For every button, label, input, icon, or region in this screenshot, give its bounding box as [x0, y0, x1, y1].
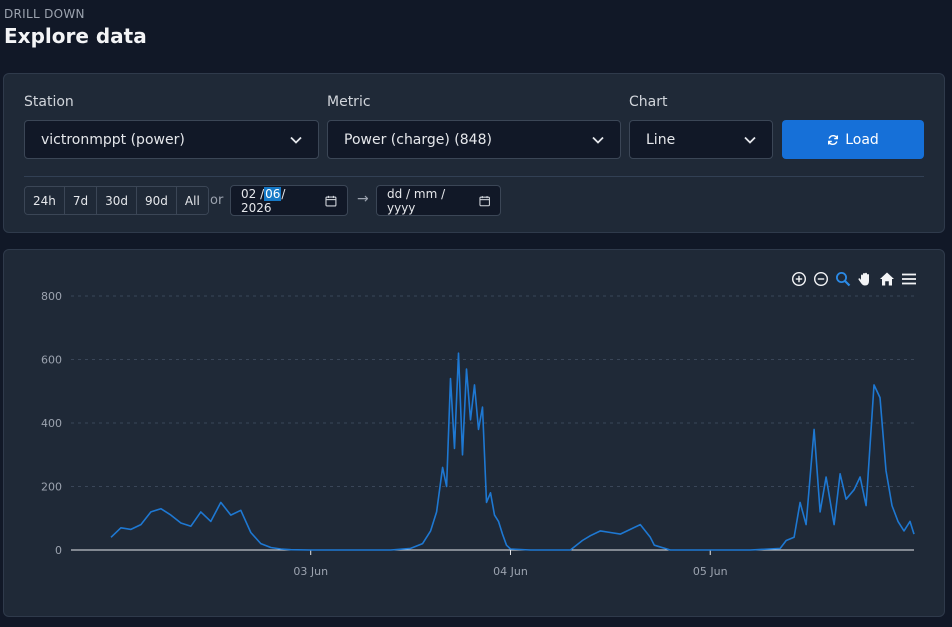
range-all-button[interactable]: All: [176, 187, 208, 214]
end-date-input[interactable]: dd / mm / yyyy: [376, 185, 501, 216]
chevron-down-icon: [744, 136, 756, 144]
y-tick-label: 0: [55, 544, 62, 557]
y-tick-label: 200: [41, 481, 62, 494]
range-90d-button[interactable]: 90d: [137, 187, 177, 214]
x-tick-label: 03 Jun: [293, 565, 328, 578]
menu-icon[interactable]: [900, 270, 918, 288]
calendar-icon[interactable]: [325, 195, 337, 207]
station-label: Station: [24, 94, 74, 110]
chevron-down-icon: [592, 136, 604, 144]
range-7d-button[interactable]: 7d: [64, 187, 98, 214]
range-24h-button[interactable]: 24h: [25, 187, 65, 214]
range-arrow: →: [357, 191, 369, 207]
x-tick-label: 05 Jun: [693, 565, 728, 578]
start-day[interactable]: 02: [241, 187, 256, 201]
refresh-icon: [828, 134, 839, 145]
y-tick-label: 600: [41, 354, 62, 367]
chevron-down-icon: [290, 136, 302, 144]
chart-type-value: Line: [646, 131, 676, 148]
range-30d-button[interactable]: 30d: [97, 187, 138, 214]
y-tick-label: 400: [41, 417, 62, 430]
metric-select[interactable]: Power (charge) (848): [327, 120, 621, 159]
page-title: Explore data: [4, 24, 147, 48]
metric-value: Power (charge) (848): [344, 131, 492, 148]
controls-card: Station victronmppt (power) Metric Power…: [3, 73, 945, 233]
pan-icon[interactable]: [856, 270, 874, 288]
power-chart[interactable]: 0 200 400 600 800 03 Jun 04 Jun 05 Jun: [4, 250, 946, 618]
start-date-text: 02 /06/ 2026: [241, 186, 286, 215]
eyebrow-label: DRILL DOWN: [4, 7, 85, 21]
y-tick-label: 800: [41, 290, 62, 303]
zoom-in-icon[interactable]: [790, 270, 808, 288]
station-select[interactable]: victronmppt (power): [24, 120, 319, 159]
series-line: [110, 352, 915, 551]
zoom-out-icon[interactable]: [812, 270, 830, 288]
load-button[interactable]: Load: [782, 120, 924, 159]
zoom-select-icon[interactable]: [834, 270, 852, 288]
chart-card: 0 200 400 600 800 03 Jun 04 Jun 05 Jun: [3, 249, 945, 617]
chart-type-select[interactable]: Line: [629, 120, 773, 159]
divider: [24, 176, 924, 177]
start-month[interactable]: 06: [264, 186, 282, 201]
end-date-placeholder: dd / mm / yyyy: [387, 186, 446, 215]
metric-label: Metric: [327, 94, 371, 110]
chart-toolbar: [790, 270, 918, 288]
load-label: Load: [845, 131, 879, 148]
or-label: or: [210, 193, 224, 208]
start-date-input[interactable]: 02 /06/ 2026: [230, 185, 348, 216]
start-year[interactable]: 2026: [241, 201, 272, 215]
reset-home-icon[interactable]: [878, 270, 896, 288]
chart-type-label: Chart: [629, 94, 668, 110]
calendar-icon[interactable]: [479, 195, 490, 207]
station-value: victronmppt (power): [41, 131, 185, 148]
range-button-group: 24h 7d 30d 90d All: [24, 186, 209, 215]
x-tick-label: 04 Jun: [493, 565, 528, 578]
